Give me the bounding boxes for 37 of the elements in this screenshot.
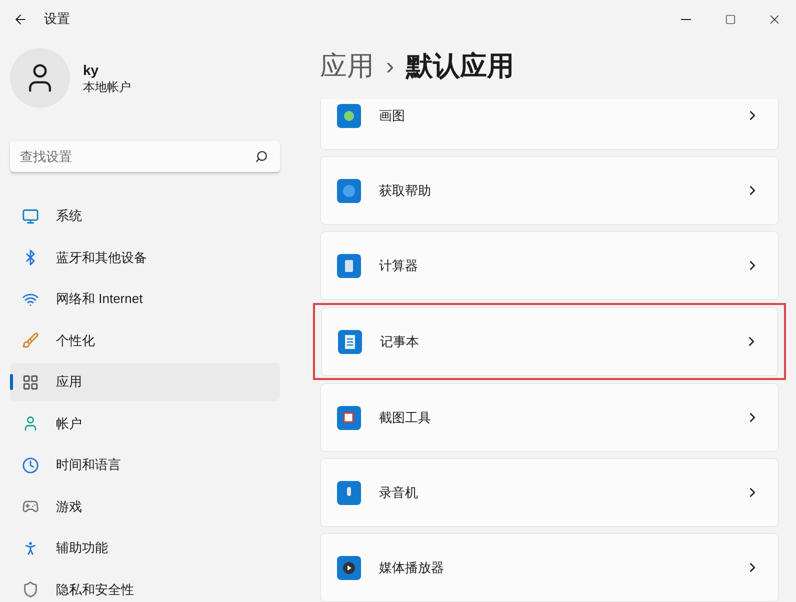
nav-item[interactable]: 帐户: [10, 404, 280, 442]
selection-indicator: [10, 374, 13, 390]
nav-item[interactable]: 时间和语言: [10, 446, 280, 484]
nav-item[interactable]: 蓝牙和其他设备: [10, 238, 280, 276]
app-row[interactable]: 画图: [320, 99, 779, 150]
nav-item[interactable]: 系统: [10, 197, 280, 235]
search-icon: [255, 150, 268, 163]
nav-item[interactable]: 网络和 Internet: [10, 280, 280, 318]
minimize-icon: [681, 18, 691, 20]
notepad-icon: [338, 330, 362, 354]
app-row[interactable]: 截图工具: [320, 383, 779, 452]
breadcrumb-separator: ›: [386, 52, 394, 82]
breadcrumb-parent[interactable]: 应用: [320, 46, 374, 87]
app-row[interactable]: 媒体播放器: [320, 533, 779, 602]
play-icon: [337, 556, 361, 580]
apps-grid-icon: [22, 374, 39, 390]
nav-item[interactable]: 应用: [10, 363, 280, 401]
app-row[interactable]: 计算器: [320, 231, 779, 300]
nav-item[interactable]: 游戏: [10, 488, 280, 526]
app-row[interactable]: 录音机: [320, 458, 779, 527]
person-icon: [22, 415, 39, 432]
app-row[interactable]: 记事本: [321, 307, 778, 376]
shield-icon: [22, 581, 39, 598]
search-field[interactable]: 查找设置: [10, 141, 280, 173]
window-title: 设置: [44, 10, 70, 28]
app-row[interactable]: 获取帮助: [320, 156, 779, 225]
nav-item[interactable]: 隐私和安全性: [10, 570, 280, 602]
clock-icon: [22, 456, 39, 474]
nav-item[interactable]: 辅助功能: [10, 529, 280, 567]
brush-icon: [22, 332, 39, 349]
maximize-icon: [724, 14, 736, 24]
page-title: 默认应用: [406, 50, 514, 84]
monitor-icon: [22, 208, 39, 224]
nav-item[interactable]: 个性化: [10, 322, 280, 360]
gamepad-icon: [22, 498, 39, 515]
user-name: ky: [83, 61, 100, 79]
account-type: 本地帐户: [83, 79, 131, 95]
